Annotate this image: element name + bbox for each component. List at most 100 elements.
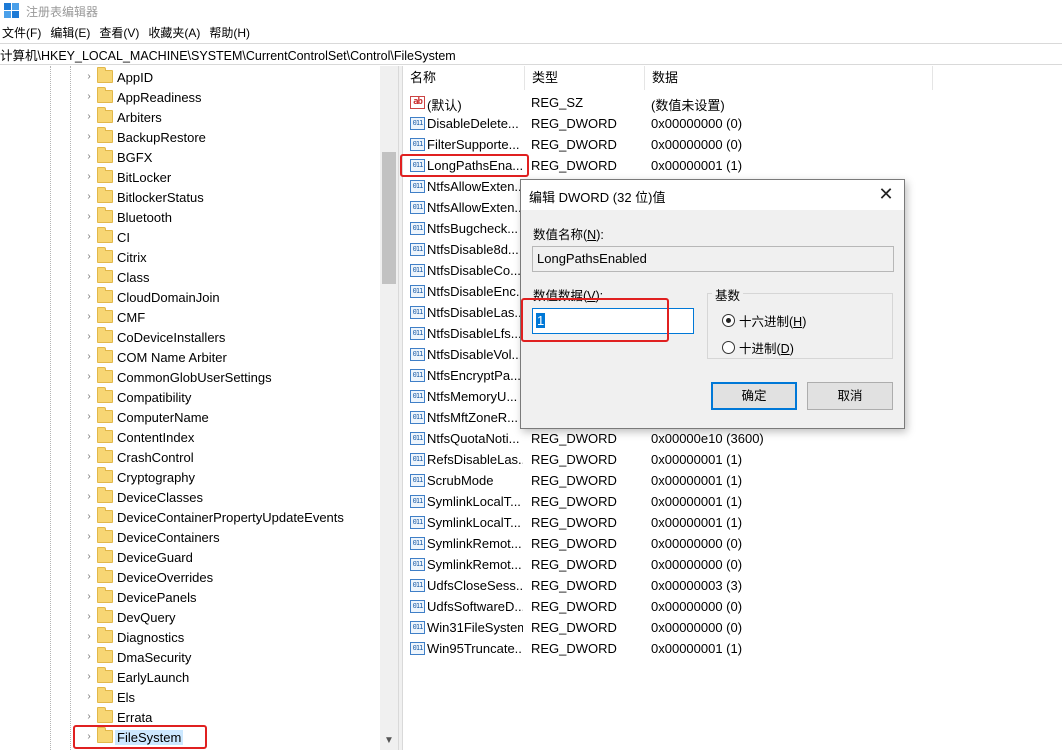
value-row[interactable]: 011 SymlinkRemot... REG_DWORD 0x00000000 (0…	[403, 533, 933, 554]
menu-favorites[interactable]: 收藏夹(A)	[146, 24, 207, 41]
column-header-name[interactable]: 名称	[403, 66, 525, 90]
tree-item[interactable]: › CloudDomainJoin	[0, 287, 380, 307]
expand-chevron-icon[interactable]: ›	[83, 591, 95, 603]
tree-item[interactable]: › Diagnostics	[0, 627, 380, 647]
tree-item[interactable]: › CrashControl	[0, 447, 380, 467]
expand-chevron-icon[interactable]: ›	[83, 691, 95, 703]
tree-item[interactable]: › Cryptography	[0, 467, 380, 487]
value-row[interactable]: 011 NtfsQuotaNoti... REG_DWORD 0x00000e10 (…	[403, 428, 933, 449]
expand-chevron-icon[interactable]: ›	[83, 91, 95, 103]
ok-button[interactable]: 确定	[711, 382, 797, 410]
scroll-down-arrow-icon[interactable]: ▼	[380, 735, 398, 746]
tree-scrollbar-thumb[interactable]	[382, 152, 396, 284]
menu-edit[interactable]: 编辑(E)	[48, 24, 97, 41]
cancel-button[interactable]: 取消	[807, 382, 893, 410]
tree-scrollbar[interactable]: ▼	[380, 66, 398, 750]
tree-item[interactable]: › EarlyLaunch	[0, 667, 380, 687]
menu-file[interactable]: 文件(F)	[0, 24, 48, 41]
address-bar[interactable]: 计算机\HKEY_LOCAL_MACHINE\SYSTEM\CurrentCon…	[0, 43, 1062, 65]
value-row[interactable]: 011 FilterSupporte... REG_DWORD 0x00000000 …	[403, 134, 933, 155]
tree-item[interactable]: › Errata	[0, 707, 380, 727]
tree-item[interactable]: › DevQuery	[0, 607, 380, 627]
expand-chevron-icon[interactable]: ›	[83, 351, 95, 363]
value-row[interactable]: 011 Win95Truncate... REG_DWORD 0x00000001 (…	[403, 638, 933, 659]
tree-item[interactable]: › BackupRestore	[0, 127, 380, 147]
expand-chevron-icon[interactable]: ›	[83, 671, 95, 683]
radio-checked-icon[interactable]	[722, 313, 735, 327]
expand-chevron-icon[interactable]: ›	[83, 171, 95, 183]
expand-chevron-icon[interactable]: ›	[83, 631, 95, 643]
column-header-data[interactable]: 数据	[645, 66, 933, 90]
tree-item[interactable]: › Bluetooth	[0, 207, 380, 227]
expand-chevron-icon[interactable]: ›	[83, 151, 95, 163]
value-row[interactable]: 011 UdfsSoftwareD... REG_DWORD 0x00000000 (…	[403, 596, 933, 617]
tree-item[interactable]: › COM Name Arbiter	[0, 347, 380, 367]
tree-item[interactable]: › BitLocker	[0, 167, 380, 187]
value-data-input[interactable]: 1	[532, 308, 694, 334]
radio-decimal[interactable]: 十进制(D)	[722, 338, 794, 356]
value-row[interactable]: 011 SymlinkLocalT... REG_DWORD 0x00000001 (…	[403, 491, 933, 512]
tree-item[interactable]: › AppID	[0, 67, 380, 87]
expand-chevron-icon[interactable]: ›	[83, 231, 95, 243]
menu-view[interactable]: 查看(V)	[97, 24, 146, 41]
expand-chevron-icon[interactable]: ›	[83, 511, 95, 523]
expand-chevron-icon[interactable]: ›	[83, 131, 95, 143]
expand-chevron-icon[interactable]: ›	[83, 251, 95, 263]
expand-chevron-icon[interactable]: ›	[83, 271, 95, 283]
expand-chevron-icon[interactable]: ›	[83, 211, 95, 223]
radio-unchecked-icon[interactable]	[722, 340, 735, 354]
tree-item[interactable]: › ContentIndex	[0, 427, 380, 447]
tree-item[interactable]: › BitlockerStatus	[0, 187, 380, 207]
value-row[interactable]: 011 SymlinkRemot... REG_DWORD 0x00000000 (0…	[403, 554, 933, 575]
expand-chevron-icon[interactable]: ›	[83, 471, 95, 483]
tree-item[interactable]: › Class	[0, 267, 380, 287]
expand-chevron-icon[interactable]: ›	[83, 111, 95, 123]
expand-chevron-icon[interactable]: ›	[83, 411, 95, 423]
expand-chevron-icon[interactable]: ›	[83, 431, 95, 443]
tree-item[interactable]: › FileSystem	[0, 727, 380, 747]
tree-item[interactable]: › DevicePanels	[0, 587, 380, 607]
key-tree[interactable]: › AppID › AppReadiness › Arbiters › BackupResto…	[0, 66, 398, 750]
expand-chevron-icon[interactable]: ›	[83, 491, 95, 503]
value-row[interactable]: 011 Win31FileSystem REG_DWORD 0x00000000 (0…	[403, 617, 933, 638]
tree-item[interactable]: › DeviceContainers	[0, 527, 380, 547]
expand-chevron-icon[interactable]: ›	[83, 731, 95, 743]
tree-item[interactable]: › Citrix	[0, 247, 380, 267]
tree-item[interactable]: › BGFX	[0, 147, 380, 167]
value-row[interactable]: 011 ScrubMode REG_DWORD 0x00000001 (1)	[403, 470, 933, 491]
expand-chevron-icon[interactable]: ›	[83, 451, 95, 463]
expand-chevron-icon[interactable]: ›	[83, 191, 95, 203]
expand-chevron-icon[interactable]: ›	[83, 611, 95, 623]
expand-chevron-icon[interactable]: ›	[83, 331, 95, 343]
expand-chevron-icon[interactable]: ›	[83, 651, 95, 663]
tree-item[interactable]: › Arbiters	[0, 107, 380, 127]
column-header-type[interactable]: 类型	[525, 66, 645, 90]
tree-item[interactable]: › DeviceContainerPropertyUpdateEvents	[0, 507, 380, 527]
radio-hexadecimal[interactable]: 十六进制(H)	[722, 311, 806, 329]
tree-item[interactable]: › AppReadiness	[0, 87, 380, 107]
expand-chevron-icon[interactable]: ›	[83, 371, 95, 383]
expand-chevron-icon[interactable]: ›	[83, 71, 95, 83]
value-row[interactable]: 011 SymlinkLocalT... REG_DWORD 0x00000001 (…	[403, 512, 933, 533]
tree-item[interactable]: › DeviceGuard	[0, 547, 380, 567]
tree-item[interactable]: › DeviceClasses	[0, 487, 380, 507]
tree-item[interactable]: › Els	[0, 687, 380, 707]
value-row[interactable]: 011 LongPathsEna... REG_DWORD 0x00000001 (1…	[403, 155, 933, 176]
expand-chevron-icon[interactable]: ›	[83, 551, 95, 563]
expand-chevron-icon[interactable]: ›	[83, 291, 95, 303]
expand-chevron-icon[interactable]: ›	[83, 711, 95, 723]
tree-item[interactable]: › CommonGlobUserSettings	[0, 367, 380, 387]
tree-item[interactable]: › CoDeviceInstallers	[0, 327, 380, 347]
expand-chevron-icon[interactable]: ›	[83, 391, 95, 403]
tree-item[interactable]: › CI	[0, 227, 380, 247]
value-row[interactable]: 011 UdfsCloseSess... REG_DWORD 0x00000003 (…	[403, 575, 933, 596]
tree-item[interactable]: › ComputerName	[0, 407, 380, 427]
tree-item[interactable]: › DeviceOverrides	[0, 567, 380, 587]
tree-item[interactable]: › CMF	[0, 307, 380, 327]
expand-chevron-icon[interactable]: ›	[83, 531, 95, 543]
expand-chevron-icon[interactable]: ›	[83, 571, 95, 583]
expand-chevron-icon[interactable]: ›	[83, 311, 95, 323]
close-icon[interactable]: ✕	[876, 183, 896, 205]
value-row[interactable]: 011 RefsDisableLas... REG_DWORD 0x00000001 …	[403, 449, 933, 470]
value-row[interactable]: 011 DisableDelete... REG_DWORD 0x00000000 (…	[403, 113, 933, 134]
